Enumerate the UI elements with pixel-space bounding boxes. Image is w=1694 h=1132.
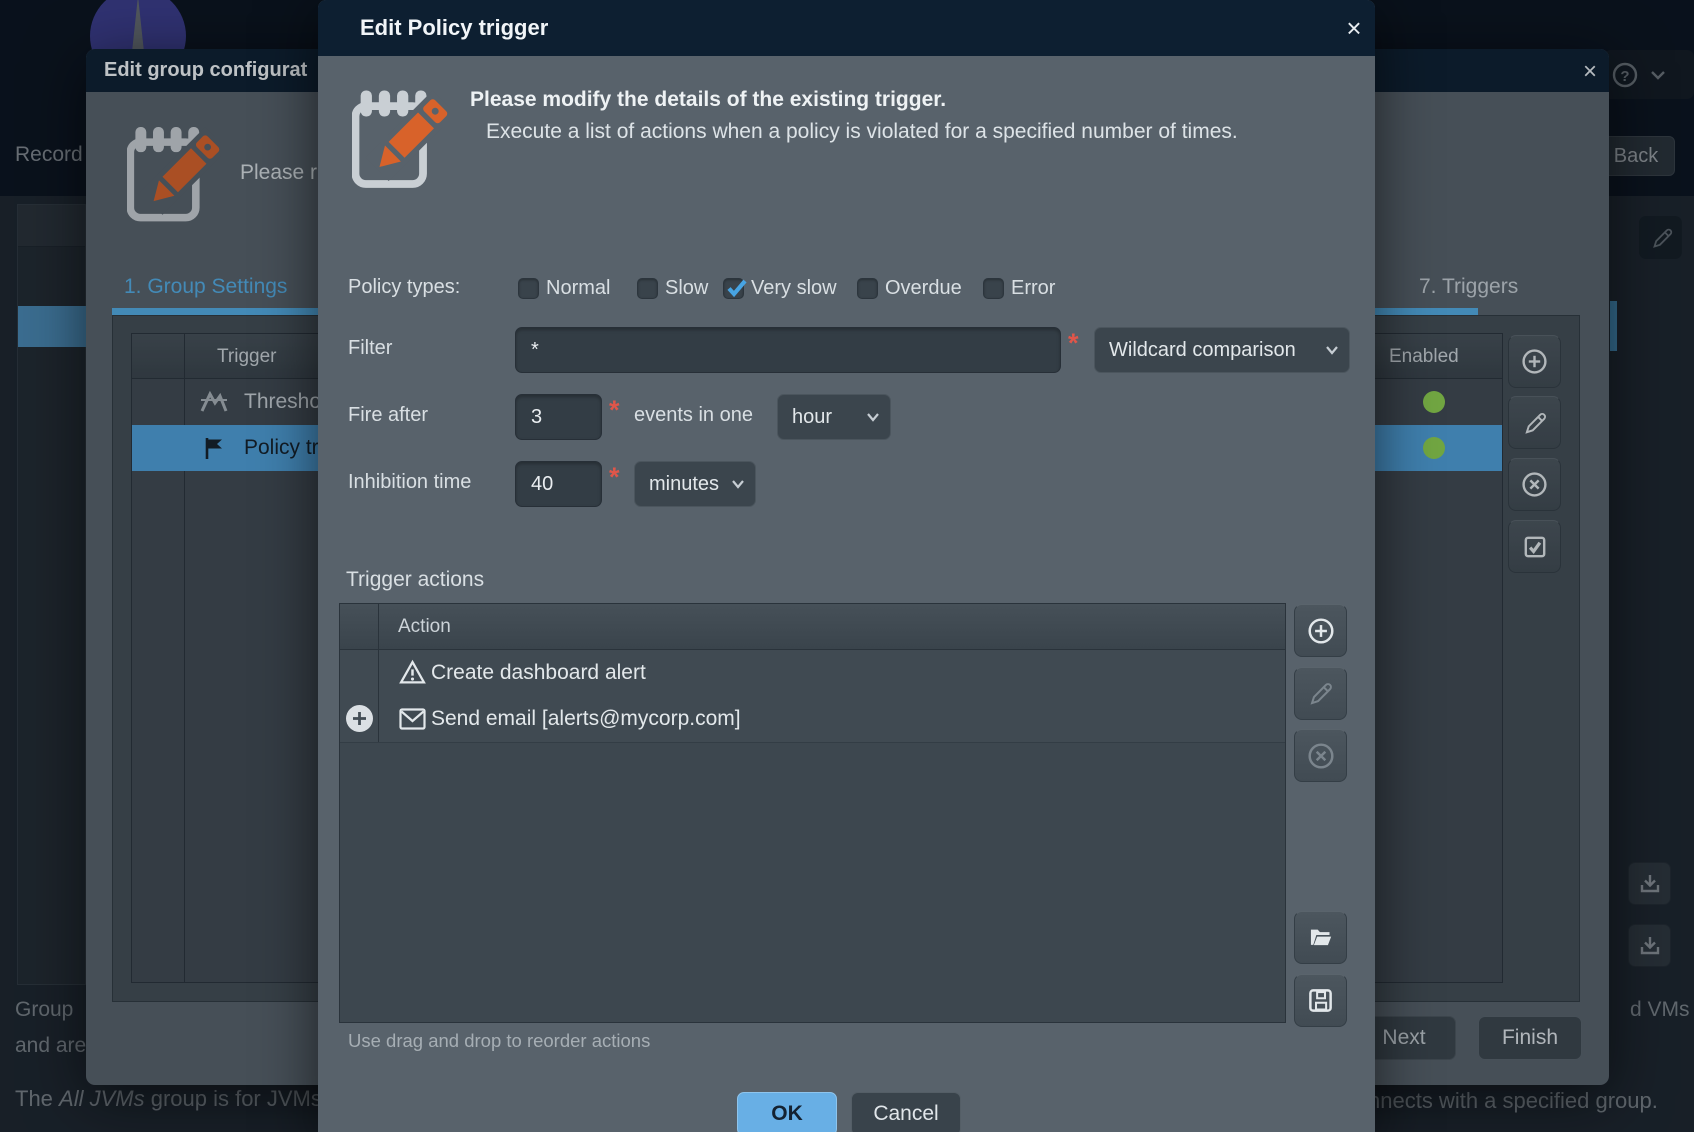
add-action-button[interactable] [1294, 604, 1347, 657]
email-icon [399, 708, 426, 730]
action-row-send-email[interactable]: Send email [alerts@mycorp.com] [340, 696, 1285, 742]
trigger-actions-label: Trigger actions [346, 568, 484, 592]
action-row-dashboard-alert[interactable]: Create dashboard alert [340, 650, 1285, 696]
checkbox-overdue[interactable] [857, 278, 878, 299]
drag-drop-hint: Use drag and drop to reorder actions [348, 1030, 650, 1052]
filter-label: Filter [348, 337, 392, 360]
filter-comparison-select[interactable]: Wildcard comparison [1094, 327, 1350, 373]
trigger-dialog-titlebar: Edit Policy trigger [318, 0, 1375, 56]
checkbox-error-label[interactable]: Error [1011, 277, 1055, 300]
save-actions-button[interactable] [1294, 974, 1347, 1027]
actions-table-header: Action [340, 604, 1285, 650]
inhibition-time-input[interactable]: 40 [515, 461, 602, 507]
remove-circle-icon [1307, 742, 1335, 770]
plus-icon [352, 711, 367, 726]
chevron-down-icon [1325, 345, 1339, 355]
checkbox-very-slow-label[interactable]: Very slow [751, 277, 837, 300]
fire-after-input[interactable]: 3 [515, 394, 602, 440]
edit-action-button[interactable] [1294, 667, 1347, 720]
action-column-header: Action [398, 604, 451, 650]
add-circle-icon [1307, 617, 1335, 645]
ok-button[interactable]: OK [737, 1092, 837, 1132]
checkbox-slow[interactable] [637, 278, 658, 299]
policy-types-label: Policy types: [348, 276, 460, 299]
actions-table-empty-area [340, 742, 1285, 1022]
checkmark-icon [725, 276, 749, 300]
events-in-one-label: events in one [634, 404, 753, 427]
inhibition-unit-value: minutes [649, 473, 719, 496]
open-folder-icon [1307, 924, 1334, 951]
checkbox-error[interactable] [983, 278, 1004, 299]
fire-after-unit-select[interactable]: hour [777, 394, 891, 440]
checkbox-very-slow[interactable] [723, 278, 744, 299]
actions-table: Action Create dashboard alert Send email… [339, 603, 1286, 1023]
trigger-dialog-title: Edit Policy trigger [360, 15, 548, 40]
open-actions-button[interactable] [1294, 911, 1347, 964]
filter-required-marker: * [1068, 328, 1079, 359]
chevron-down-icon [731, 479, 745, 489]
warning-icon [399, 659, 426, 686]
filter-comparison-value: Wildcard comparison [1109, 339, 1296, 362]
fire-after-label: Fire after [348, 404, 428, 427]
dialog-heading: Please modify the details of the existin… [470, 88, 946, 112]
pencil-icon [1307, 680, 1334, 707]
insert-action-handle[interactable] [346, 705, 373, 732]
checkbox-overdue-label[interactable]: Overdue [885, 277, 962, 300]
filter-input[interactable]: * [515, 327, 1061, 373]
chevron-down-icon [866, 412, 880, 422]
fire-after-required-marker: * [609, 395, 620, 426]
edit-policy-trigger-dialog: Edit Policy trigger × Please modify the … [318, 0, 1375, 1132]
inhibition-unit-select[interactable]: minutes [634, 461, 756, 507]
notepad-pencil-icon [352, 84, 449, 194]
remove-action-button[interactable] [1294, 729, 1347, 782]
action-row-label: Send email [alerts@mycorp.com] [431, 707, 741, 731]
fire-after-unit-value: hour [792, 406, 832, 429]
action-row-label: Create dashboard alert [431, 661, 646, 685]
checkbox-normal-label[interactable]: Normal [546, 277, 610, 300]
checkbox-normal[interactable] [518, 278, 539, 299]
checkbox-slow-label[interactable]: Slow [665, 277, 708, 300]
screen: Record ? Back [0, 0, 1694, 1132]
trigger-dialog-close-button[interactable]: × [1336, 11, 1372, 47]
inhibition-required-marker: * [609, 462, 620, 493]
inhibition-time-label: Inhibition time [348, 471, 471, 494]
dialog-subheading: Execute a list of actions when a policy … [486, 120, 1238, 144]
floppy-disk-icon [1307, 987, 1334, 1014]
cancel-button[interactable]: Cancel [851, 1092, 961, 1132]
